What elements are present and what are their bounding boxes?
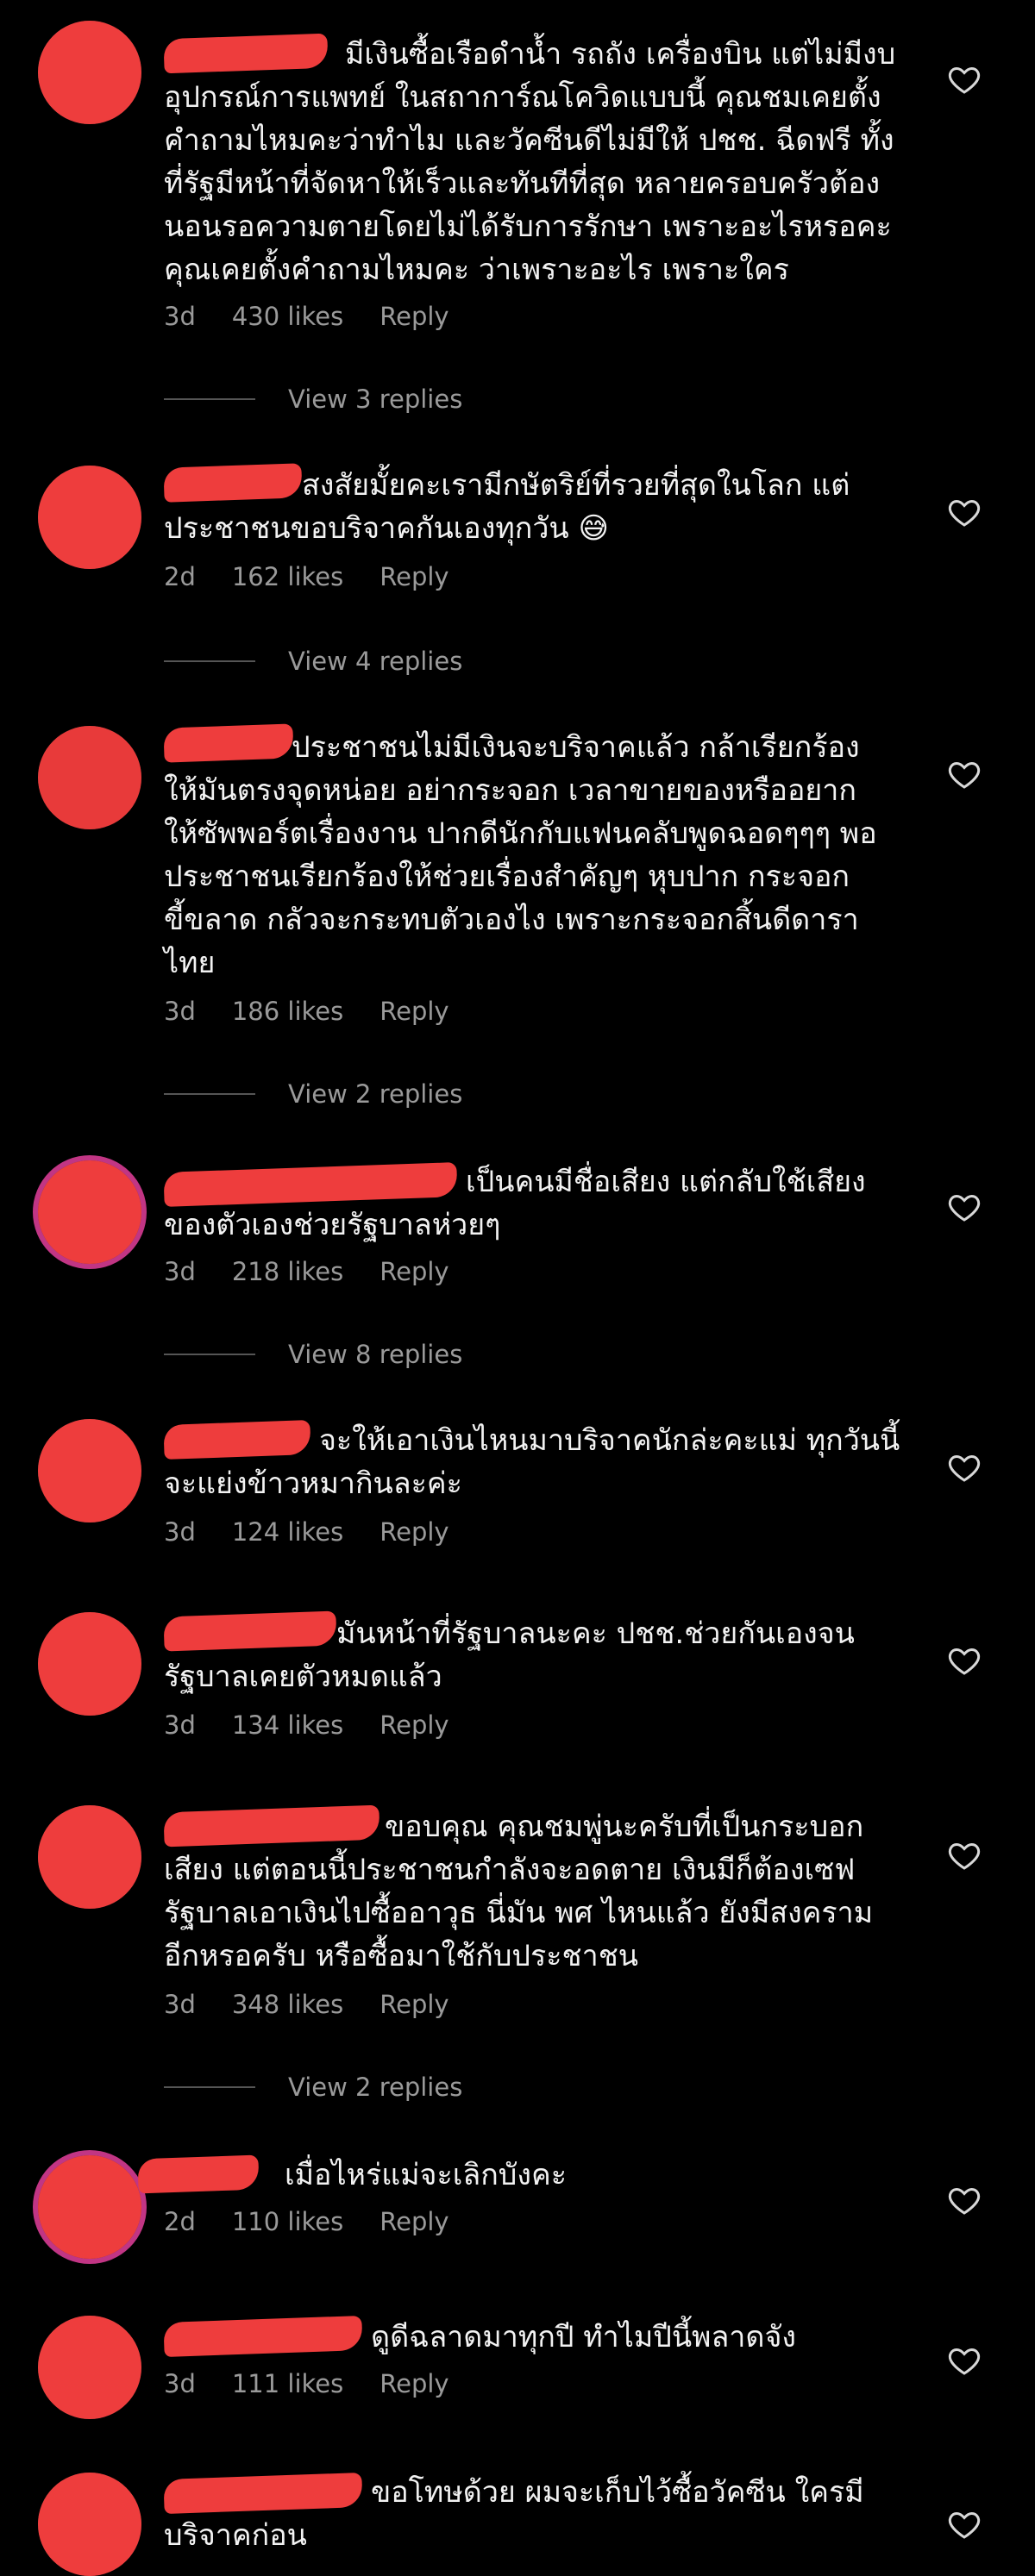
comment-text: ขอบคุณ คุณชมพู่นะครับที่เป็นกระบอก เสียง…	[164, 1810, 874, 1973]
reply-button[interactable]: Reply	[380, 562, 448, 591]
reply-button[interactable]: Reply	[380, 1257, 448, 1286]
reply-button[interactable]: Reply	[380, 1990, 448, 2019]
heart-icon[interactable]	[947, 2183, 982, 2217]
comment-meta: 3d 111 likes Reply	[164, 2369, 449, 2398]
avatar[interactable]	[38, 2473, 141, 2576]
divider-line	[164, 398, 255, 400]
avatar[interactable]	[38, 466, 141, 569]
reply-button[interactable]: Reply	[380, 2369, 448, 2398]
comment-text: ประชาชนไม่มีเงินจะบริจาคแล้ว กล้าเรียกร้…	[164, 730, 877, 980]
comment-meta: 3d 134 likes Reply	[164, 1710, 449, 1740]
comment-time: 2d	[164, 562, 196, 591]
view-replies-button[interactable]: View 3 replies	[164, 385, 462, 414]
comment-text: มีเงินซื้อเรือดำน้ำ รถถัง เครื่องบิน แต่…	[164, 37, 896, 287]
comment-text: เมื่อไหร่แม่จะเลิกบังคะ	[285, 2158, 567, 2192]
comment-time: 3d	[164, 2369, 196, 2398]
divider-line	[164, 2086, 255, 2088]
view-replies-button[interactable]: View 2 replies	[164, 2073, 462, 2102]
comment-likes[interactable]: 134 likes	[232, 1710, 343, 1740]
view-replies-button[interactable]: View 4 replies	[164, 647, 462, 676]
comment-time: 3d	[164, 1710, 196, 1740]
view-replies-label[interactable]: View 2 replies	[288, 1079, 462, 1109]
avatar[interactable]	[38, 1419, 141, 1522]
avatar[interactable]	[38, 2155, 141, 2259]
heart-icon[interactable]	[947, 1838, 982, 1873]
comment-meta: 3d 348 likes Reply	[164, 1990, 449, 2019]
comment-meta: 3d 218 likes Reply	[164, 1257, 449, 1286]
comment-meta: 3d 430 likes Reply	[164, 302, 449, 331]
comment-time: 3d	[164, 1517, 196, 1547]
avatar[interactable]	[38, 21, 141, 124]
comment-likes[interactable]: 162 likes	[232, 562, 343, 591]
comment-time: 3d	[164, 302, 196, 331]
avatar[interactable]	[38, 1612, 141, 1716]
comment-meta: 2d 110 likes Reply	[164, 2207, 449, 2236]
comment-likes[interactable]: 218 likes	[232, 1257, 343, 1286]
heart-icon[interactable]	[947, 495, 982, 529]
avatar[interactable]	[38, 1805, 141, 1909]
comment-likes[interactable]: 124 likes	[232, 1517, 343, 1547]
comment-meta: 2d 162 likes Reply	[164, 562, 449, 591]
comment-likes[interactable]: 111 likes	[232, 2369, 343, 2398]
reply-button[interactable]: Reply	[380, 2207, 448, 2236]
comment-meta: 3d 186 likes Reply	[164, 997, 449, 1026]
comment-text: มันหน้าที่รัฐบาลนะคะ ปชช.ช่วยกันเองจน รั…	[164, 1616, 855, 1694]
divider-line	[164, 1354, 255, 1355]
divider-line	[164, 660, 255, 662]
reply-button[interactable]: Reply	[380, 997, 448, 1026]
comment-text: ขอโทษด้วย ผมจะเก็บไว้ซื้อวัคซีน ใครมี บร…	[164, 2475, 864, 2553]
comment-time: 2d	[164, 2207, 196, 2236]
comment-meta: 3d 124 likes Reply	[164, 1517, 449, 1547]
comment-likes[interactable]: 186 likes	[232, 997, 343, 1026]
comment-time: 3d	[164, 1257, 196, 1286]
comment-likes[interactable]: 110 likes	[232, 2207, 343, 2236]
comment-time: 3d	[164, 997, 196, 1026]
heart-icon[interactable]	[947, 2343, 982, 2378]
comment-likes[interactable]: 430 likes	[232, 302, 343, 331]
view-replies-label[interactable]: View 4 replies	[288, 647, 462, 676]
view-replies-button[interactable]: View 2 replies	[164, 1079, 462, 1109]
reply-button[interactable]: Reply	[380, 302, 448, 331]
view-replies-label[interactable]: View 2 replies	[288, 2073, 462, 2102]
heart-icon[interactable]	[947, 1190, 982, 1224]
comment-text: สงสัยมั้ยคะเรามีกษัตริย์ที่รวยที่สุดในโล…	[164, 468, 850, 546]
heart-icon[interactable]	[947, 757, 982, 791]
avatar[interactable]	[38, 1160, 141, 1264]
view-replies-label[interactable]: View 3 replies	[288, 385, 462, 414]
avatar[interactable]	[38, 2316, 141, 2419]
comment-time: 3d	[164, 1990, 196, 2019]
avatar[interactable]	[38, 726, 141, 829]
divider-line	[164, 1093, 255, 1095]
heart-icon[interactable]	[947, 2507, 982, 2542]
comment-likes[interactable]: 348 likes	[232, 1990, 343, 2019]
view-replies-button[interactable]: View 8 replies	[164, 1340, 462, 1369]
comment-text: ดูดีฉลาดมาทุกปี ทำไมปีนี้พลาดจัง	[371, 2320, 796, 2354]
comment-text: จะให้เอาเงินไหนมาบริจาคนักล่ะคะแม่ ทุกวั…	[164, 1423, 900, 1501]
reply-button[interactable]: Reply	[380, 1517, 448, 1547]
reply-button[interactable]: Reply	[380, 1710, 448, 1740]
view-replies-label[interactable]: View 8 replies	[288, 1340, 462, 1369]
heart-icon[interactable]	[947, 62, 982, 97]
comment-text: เป็นคนมีชื่อเสียง แต่กลับใช้เสียง ของตัว…	[164, 1165, 866, 1242]
heart-icon[interactable]	[947, 1450, 982, 1485]
heart-icon[interactable]	[947, 1643, 982, 1678]
